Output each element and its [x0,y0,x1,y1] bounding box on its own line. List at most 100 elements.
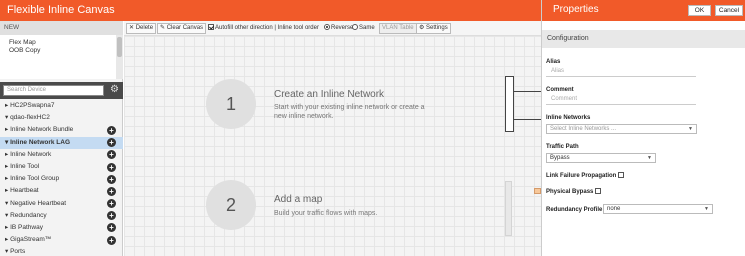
autofill-label: Autofill other direction | Inline tool o… [215,25,319,31]
physical-bypass-checkbox[interactable] [595,188,602,194]
add-icon[interactable]: + [107,211,116,221]
link-failure-checkbox[interactable] [618,172,625,178]
inline-networks-placeholder: Select Inline Networks ... [550,126,617,132]
search-device-input[interactable]: Search Device [3,85,104,96]
add-icon[interactable]: + [107,162,116,172]
step-1-title: Create an Inline Network [274,89,385,100]
tree-item-label: ▸ Heartbeat [5,187,39,195]
connector-line [514,91,541,92]
tree-item[interactable]: ▸ GigaStream™ + [0,234,123,246]
step-1-circle: 1 [206,79,256,129]
tree-item[interactable]: ▸ Heartbeat + [0,185,123,197]
ok-button[interactable]: OK [688,5,711,16]
tree-item-label: ▸ Inline Tool [5,162,40,170]
properties-header: Properties OK Cancel [542,0,745,21]
inline-network-node[interactable] [505,76,514,132]
inline-networks-select[interactable]: Select Inline Networks ... ▼ [546,124,697,134]
tree-item[interactable]: ▸ Inline Network Bundle + [0,124,123,136]
tree-item-label: ▸ Inline Network [5,150,52,158]
same-radio[interactable] [352,24,358,30]
canvas-toolbar: ✕ Delete ✎ Clear Canvas Autofill other d… [124,21,541,36]
autofill-option[interactable]: Autofill other direction | Inline tool o… [208,24,319,33]
map-node[interactable] [505,181,512,236]
settings-button[interactable]: ⚙ Settings [416,23,451,34]
alias-label: Alias [546,59,561,65]
map-port-node[interactable] [534,188,541,194]
connector-line [514,119,541,120]
chevron-down-icon: ▼ [688,126,693,132]
comment-label: Comment [546,87,574,93]
same-option[interactable]: Same [352,24,375,33]
add-icon[interactable]: + [107,138,116,148]
link-failure-option[interactable]: Link Failure Propagation [546,172,625,179]
link-failure-label: Link Failure Propagation [546,173,617,179]
traffic-path-label: Traffic Path [546,144,579,150]
map-item[interactable]: OOB Copy [9,47,107,55]
tree-item[interactable]: ▸ HC2PSwapna7 [0,100,123,112]
tree-item-label: ▸ HC2PSwapna7 [5,102,55,109]
chevron-down-icon: ▼ [704,206,709,212]
add-icon[interactable]: + [107,199,116,209]
tree-item-label: ▾ Redundancy [5,211,47,219]
add-icon[interactable]: + [107,186,116,196]
redundancy-profile-label: Redundancy Profile [546,207,603,213]
chevron-down-icon: ▼ [647,155,652,161]
tree-item-label: ▾ Inline Network LAG [5,138,71,146]
alias-input[interactable]: Alias [546,67,696,77]
same-label: Same [359,25,375,31]
app-title: Flexible Inline Canvas [7,4,115,16]
tree-item[interactable]: ▸ Inline Tool + [0,161,123,173]
add-icon[interactable]: + [107,174,116,184]
traffic-path-select[interactable]: Bypass ▼ [546,153,656,163]
tree-item-label: ▸ Inline Network Bundle [5,126,74,134]
add-icon[interactable]: + [107,235,116,245]
map-list: Flex Map OOB Copy [0,35,116,79]
tree-item[interactable]: ▾ Inline Network LAG + [0,136,123,149]
reverse-option[interactable]: Reverse [324,24,353,33]
tree-item[interactable]: ▸ IB Pathway + [0,222,123,234]
step-2-description: Build your traffic flows with maps. [274,210,378,217]
comment-input[interactable]: Comment [546,95,696,105]
reverse-radio[interactable] [324,24,330,30]
redundancy-profile-select[interactable]: none ▼ [603,204,713,214]
delete-button[interactable]: ✕ Delete [126,23,157,34]
tree-item-label: ▸ Inline Tool Group [5,175,60,183]
gear-icon[interactable]: ⚙ [110,84,119,96]
physical-bypass-option[interactable]: Physical Bypass [546,188,602,195]
vlan-table-button[interactable]: VLAN Table [379,23,417,34]
cancel-button[interactable]: Cancel [715,5,743,16]
add-icon[interactable]: + [107,223,116,233]
step-1-description: Start with your existing inline network … [274,104,425,120]
configuration-section-header[interactable]: Configuration [542,30,745,48]
map-item[interactable]: Flex Map [9,39,107,47]
tree-item-label: ▾ Ports [5,248,26,256]
tree-item[interactable]: ▸ Inline Network + [0,149,123,161]
left-panel: NEW Flex Map OOB Copy Search Device ⚙ ▸ … [0,21,123,256]
map-list-scrollbar[interactable] [116,35,123,79]
autofill-checkbox[interactable] [208,24,214,30]
tree-item[interactable]: ▾ Ports [0,246,123,256]
tree-item-label: ▾ qdao-flexHC2 [5,114,50,122]
tree-item-label: ▸ GigaStream™ [5,236,52,244]
canvas-area[interactable]: 1 Create an Inline Network Start with yo… [124,36,541,256]
redundancy-profile-value: none [607,206,621,212]
device-tree: ▸ HC2PSwapna7 ▾ qdao-flexHC2 ▸ Inline Netw… [0,100,123,256]
traffic-path-value: Bypass [550,155,570,161]
inline-networks-label: Inline Networks [546,115,591,121]
add-icon[interactable]: + [107,150,116,160]
reverse-label: Reverse [331,25,354,31]
tree-item[interactable]: ▾ Negative Heartbeat + [0,198,123,210]
tree-item[interactable]: ▸ Inline Tool Group + [0,173,123,185]
step-2-circle: 2 [206,180,256,230]
scrollbar-thumb[interactable] [117,37,122,57]
search-bar: Search Device ⚙ [0,82,123,99]
tree-item[interactable]: ▾ Redundancy + [0,210,123,222]
tree-item[interactable]: ▾ qdao-flexHC2 [0,112,123,124]
clear-canvas-button[interactable]: ✎ Clear Canvas [157,23,207,34]
add-icon[interactable]: + [107,125,116,135]
step-2-title: Add a map [274,194,323,205]
properties-panel: Properties OK Cancel Configuration Alias… [541,0,745,256]
tree-item-label: ▸ IB Pathway [5,223,43,231]
properties-title: Properties [553,4,599,15]
tree-item-label: ▾ Negative Heartbeat [5,199,67,207]
